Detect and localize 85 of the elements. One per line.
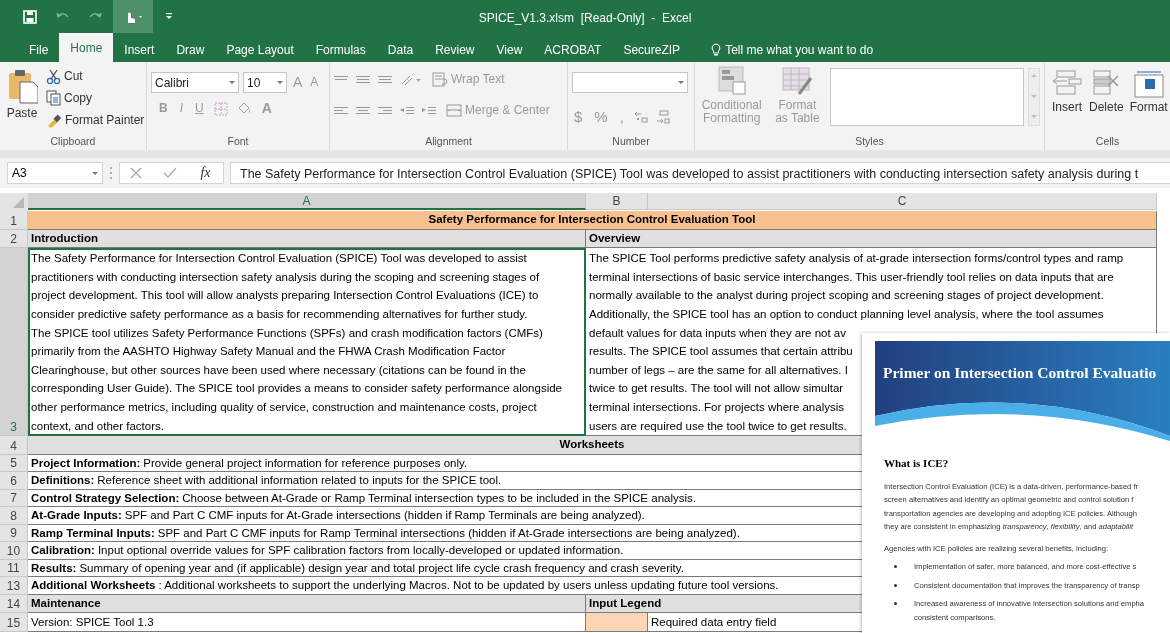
title-cell: Safety Performance for Intersection Control Evaluation Tool xyxy=(28,211,1157,230)
group-label: Clipboard xyxy=(49,134,97,149)
row-header[interactable]: 8 xyxy=(0,507,28,525)
window-title: SPICE_V1.3.xlsm [Read-Only] - Excel xyxy=(478,11,692,25)
ribbon-tab[interactable]: Home xyxy=(59,33,114,62)
copy-button[interactable]: Copy xyxy=(44,90,147,107)
row-header[interactable]: 13 xyxy=(0,577,28,595)
ribbon-tab[interactable]: Page Layout xyxy=(215,37,305,62)
clipboard-icon xyxy=(6,68,38,104)
cancel-icon[interactable] xyxy=(130,167,143,179)
copy-icon xyxy=(46,90,61,107)
bullet-icon xyxy=(894,602,897,605)
number-format-field[interactable] xyxy=(572,72,688,93)
align-right-icon[interactable] xyxy=(378,105,392,116)
borders-icon[interactable] xyxy=(213,101,228,116)
insert-function-button[interactable]: fx xyxy=(198,165,213,181)
paste-button[interactable]: Paste xyxy=(4,66,40,134)
row-header[interactable]: 3 xyxy=(0,248,28,437)
row-header[interactable]: 1 xyxy=(0,211,28,230)
format-cells-icon xyxy=(1132,70,1165,98)
row-header[interactable]: 15 xyxy=(0,613,28,632)
document-heading: What is ICE? xyxy=(884,456,950,471)
decrease-decimal-icon[interactable] xyxy=(655,110,670,125)
align-center-icon[interactable] xyxy=(356,105,370,116)
text-cell: Version: SPICE Tool 1.3 xyxy=(28,613,586,632)
row-header[interactable]: 10 xyxy=(0,542,28,560)
column-header[interactable]: A xyxy=(28,193,586,210)
enter-check-icon[interactable] xyxy=(163,167,178,179)
dropdown-caret-icon xyxy=(229,81,235,84)
ribbon-tab[interactable]: Draw xyxy=(165,37,216,62)
increase-decimal-icon[interactable] xyxy=(633,110,648,125)
save-icon[interactable] xyxy=(22,8,38,25)
font-size-field[interactable]: 10 xyxy=(243,72,287,93)
cut-button[interactable]: Cut xyxy=(44,69,147,85)
document-title: Primer on Intersection Control Evaluatio xyxy=(883,363,1157,383)
font-name-field[interactable]: Calibri xyxy=(151,72,239,93)
insert-cells-icon xyxy=(1051,70,1083,98)
row-header[interactable]: 6 xyxy=(0,472,28,490)
table-brush-icon xyxy=(781,66,814,96)
align-middle-icon[interactable] xyxy=(356,74,370,85)
select-all-corner-icon[interactable] xyxy=(0,193,28,211)
group-label: Styles xyxy=(854,134,885,149)
gallery-scroll-icon[interactable] xyxy=(1028,68,1040,126)
increase-indent-icon[interactable] xyxy=(422,105,436,116)
wrap-text-icon xyxy=(432,72,448,87)
lightbulb-icon xyxy=(711,42,722,57)
ribbon-tab[interactable]: ACROBAT xyxy=(533,37,613,62)
bullet-icon xyxy=(894,565,897,568)
ribbon-tab[interactable]: View xyxy=(485,37,534,62)
ribbon-tab[interactable]: SecureZIP xyxy=(612,37,692,62)
dropdown-caret-icon xyxy=(678,81,684,84)
group-label: Cells xyxy=(1094,134,1121,149)
text-cell: The Safety Performance for Intersection Control Evaluation (SPICE) Tool was developed to assist practitioners with conducting intersection safety analysis during the scoping and screening stages of project development. This tool will allow analysts preparing Intersection Control Evaluations (ICE) to consider predictive safety performance as a basis for recommending alternatives for further study. The SPICE tool utilizes Safety Performance Functions (SPFs) and crash modification factors (CMFs) primarily from the AASHTO Highway Safety Manual and the FHWA Crash Modification Factor Clearinghouse, but other sources have been used where necessary (citations can be found in the corresponding User Guide). The SPICE tool provides a means to consider safety performance alongside other performance metrics, including quality of service, construction and maintenance costs, project context, and other factors. xyxy=(28,248,586,437)
text-orientation-icon[interactable] xyxy=(400,73,422,86)
row-header[interactable]: 4 xyxy=(0,436,28,455)
scissors-icon xyxy=(46,69,61,85)
input-swatch xyxy=(586,613,648,632)
insert-button[interactable]: Insert xyxy=(1049,66,1085,134)
ribbon-tab[interactable]: Data xyxy=(376,37,425,62)
column-header[interactable]: C xyxy=(648,193,1157,210)
ribbon-tab[interactable]: Review xyxy=(424,37,486,62)
formula-field[interactable]: The Safety Performance for Intersection Control Evaluation (SPICE) Tool was developed to assist practitioners with conducting intersection safety analysis during t xyxy=(230,162,1170,184)
align-bottom-icon[interactable] xyxy=(378,74,392,85)
name-box[interactable]: A3 xyxy=(7,162,103,184)
group-label: Number xyxy=(611,134,651,149)
conditional-format-icon xyxy=(716,66,747,96)
decrease-indent-icon[interactable] xyxy=(400,105,414,116)
column-header[interactable]: B xyxy=(586,193,648,210)
merge-cells-icon xyxy=(446,103,462,118)
format-button[interactable]: Format xyxy=(1127,66,1170,134)
ribbon-tab[interactable]: Insert xyxy=(113,37,166,62)
align-left-icon[interactable] xyxy=(334,105,348,116)
drag-handle-icon[interactable] xyxy=(109,166,113,180)
dropdown-caret-icon xyxy=(277,81,283,84)
tell-me-search[interactable]: Tell me what you want to do xyxy=(705,37,880,62)
style-gallery[interactable] xyxy=(830,68,1024,126)
brush-icon xyxy=(46,112,62,129)
ribbon-tab[interactable]: Formulas xyxy=(304,37,377,62)
bullet-icon xyxy=(894,583,897,587)
group-label: Alignment xyxy=(424,134,473,149)
format-painter-button[interactable]: Format Painter xyxy=(44,112,147,129)
delete-button[interactable]: Delete xyxy=(1087,66,1126,134)
dropdown-caret-icon xyxy=(92,171,98,175)
ribbon-tab[interactable]: File xyxy=(18,37,60,62)
group-label: Font xyxy=(226,134,250,149)
